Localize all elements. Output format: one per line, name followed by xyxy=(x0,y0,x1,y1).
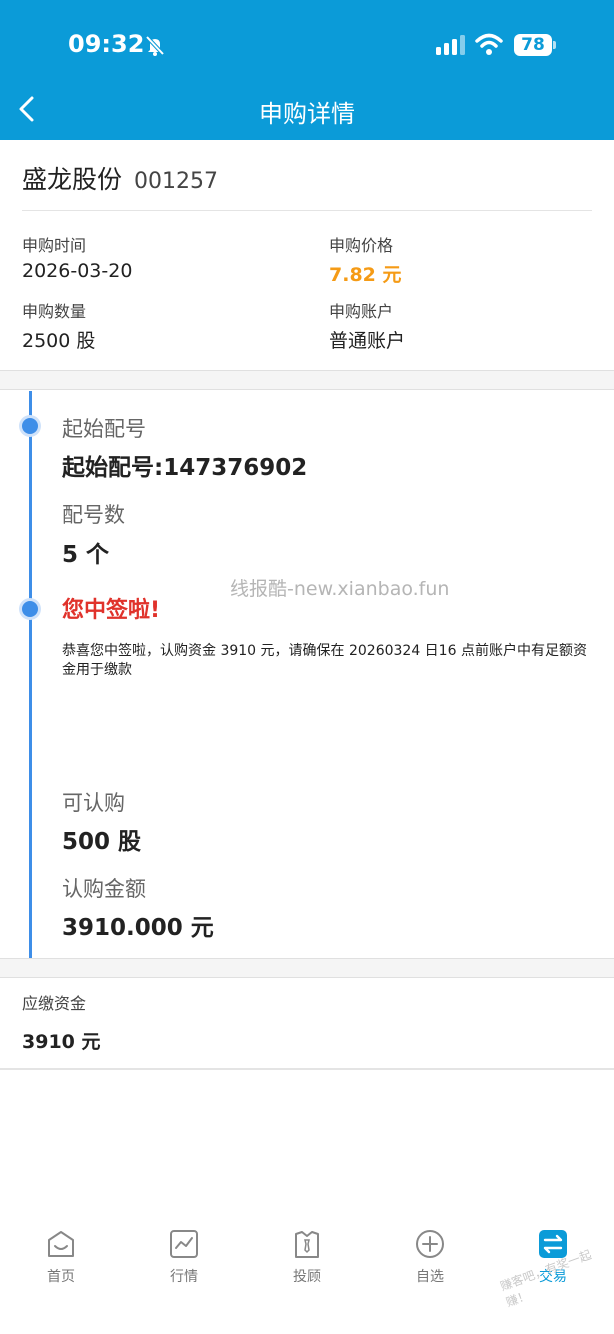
advisor-icon xyxy=(295,1231,319,1258)
info-label: 申购价格 xyxy=(329,236,394,255)
tab-watchlist[interactable]: 自选 xyxy=(380,1220,480,1286)
start-number-value: 起始配号:147376902 xyxy=(62,455,308,481)
info-subscribe-account: 申购账户 普通账户 xyxy=(329,298,405,353)
timeline-dot xyxy=(22,601,38,617)
amount-value: 3910.000 元 xyxy=(62,915,214,941)
bell-muted-icon xyxy=(145,35,165,56)
price-value: 7.82 元 xyxy=(329,264,402,286)
divider xyxy=(22,210,592,211)
info-subscribe-time: 申购时间 2026-03-20 xyxy=(22,232,132,282)
info-value: 2026-03-20 xyxy=(22,260,133,282)
wifi-icon xyxy=(475,33,503,55)
tab-label: 首页 xyxy=(47,1269,75,1285)
allot-count-value: 5 个 xyxy=(62,542,110,568)
due-value: 3910 元 xyxy=(22,1031,101,1053)
info-subscribe-price: 申购价格 7.82 元 xyxy=(329,232,402,287)
info-subscribe-quantity: 申购数量 2500 股 xyxy=(22,298,95,353)
tab-home[interactable]: 首页 xyxy=(11,1220,111,1286)
status-time: 09:32 xyxy=(68,30,145,58)
divider xyxy=(0,1068,614,1070)
available-label: 可认购 xyxy=(62,791,125,815)
section-gap xyxy=(0,370,614,390)
battery-indicator: 78 xyxy=(514,34,556,56)
watermark: 线报酷-new.xianbao.fun xyxy=(230,578,450,600)
info-label: 申购数量 xyxy=(22,302,87,321)
add-circle-icon xyxy=(416,1230,444,1258)
stock-header: 盛龙股份 001257 xyxy=(22,160,218,194)
info-label: 申购时间 xyxy=(22,236,87,255)
stock-code: 001257 xyxy=(134,169,218,194)
amount-label: 认购金额 xyxy=(62,877,146,901)
stock-name: 盛龙股份 xyxy=(22,165,123,194)
section-gap xyxy=(0,958,614,978)
battery-level: 78 xyxy=(521,35,545,55)
tab-market[interactable]: 行情 xyxy=(134,1220,234,1286)
signal-icon xyxy=(436,35,465,55)
timeline-dot xyxy=(22,418,38,434)
timeline-line xyxy=(29,391,32,958)
start-number-label: 起始配号 xyxy=(62,417,146,441)
info-label: 申购账户 xyxy=(329,302,394,321)
win-title: 您中签啦! xyxy=(62,598,161,623)
tab-advisor[interactable]: 投顾 xyxy=(257,1220,357,1286)
win-message: 恭喜您中签啦，认购资金 3910 元，请确保在 20260324 日16 点前账… xyxy=(62,643,587,678)
available-value: 500 股 xyxy=(62,829,142,855)
info-value: 2500 股 xyxy=(22,330,96,352)
due-label: 应缴资金 xyxy=(22,994,87,1013)
allot-count-label: 配号数 xyxy=(62,503,125,527)
app-header: 09:32 78 申购详情 xyxy=(0,0,614,140)
tab-label: 投顾 xyxy=(293,1269,321,1285)
tab-label: 行情 xyxy=(170,1269,198,1285)
chart-icon xyxy=(170,1230,198,1258)
page-title: 申购详情 xyxy=(259,100,355,128)
tab-label: 自选 xyxy=(416,1269,444,1285)
home-icon xyxy=(48,1231,74,1257)
info-value: 普通账户 xyxy=(329,330,406,352)
